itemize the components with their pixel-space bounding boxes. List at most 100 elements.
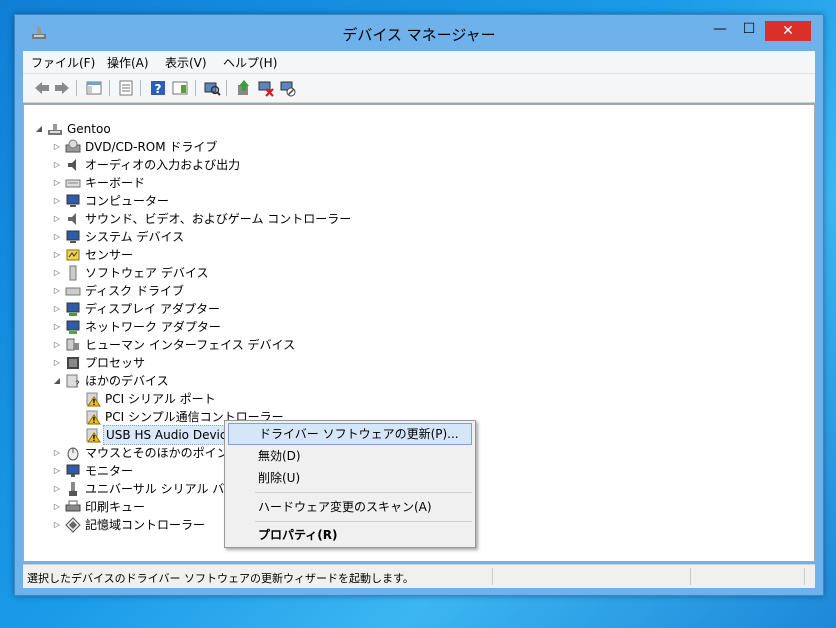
menu-help[interactable]: ヘルプ(H) [223,54,277,71]
sensor-icon [66,249,80,261]
menu-item-uninstall[interactable]: 削除(U) [228,467,472,489]
toolbar: ? [23,74,815,103]
category-label: ほかのデバイス [85,374,169,388]
window-title: デバイス マネージャー [342,26,496,44]
system-device-icon [66,230,80,243]
title-bar[interactable]: デバイス マネージャー — ☐ ✕ [15,15,823,51]
menu-item-scan-hardware[interactable]: ハードウェア変更のスキャン(A) [228,496,472,518]
unknown-device-icon: ? [66,374,80,389]
expand-triangle-icon[interactable]: ▷ [52,210,62,228]
toolbar-separator [109,80,110,96]
device-label: PCI シリアル ポート [105,392,216,406]
menu-separator [255,492,472,493]
expand-triangle-icon[interactable]: ▷ [52,228,62,246]
close-button[interactable]: ✕ [765,21,811,41]
expand-triangle-icon[interactable]: ▷ [52,462,62,480]
category-label: ディスク ドライブ [85,284,184,298]
category-label: プロセッサ [85,356,146,370]
computer-icon [66,194,80,207]
expand-triangle-icon[interactable]: ▷ [52,264,62,282]
expand-triangle-icon[interactable]: ▷ [52,480,62,498]
warning-device-icon: ! [86,410,101,425]
menu-item-update-driver[interactable]: ドライバー ソフトウェアの更新(P)... [228,423,472,445]
menu-file[interactable]: ファイル(F) [31,54,95,71]
expand-triangle-icon[interactable]: ▷ [52,336,62,354]
usb-icon [69,482,77,496]
menu-action[interactable]: 操作(A) [107,54,149,71]
menu-bar: ファイル(F) 操作(A) 表示(V) ヘルプ(H) [23,51,815,74]
expand-triangle-icon[interactable]: ▷ [52,138,62,156]
expand-triangle-icon[interactable]: ▷ [52,318,62,336]
category-label: 記憶域コントローラー [85,518,206,532]
printer-icon [65,500,81,512]
update-driver-icon[interactable] [235,79,253,97]
properties-icon[interactable] [117,79,135,97]
svg-text:!: ! [92,416,96,425]
expand-triangle-icon[interactable]: ▷ [52,516,62,534]
scan-hardware-icon[interactable] [203,79,221,97]
category-label: ディスプレイ アダプター [85,302,220,316]
expand-triangle-icon[interactable]: ▷ [52,444,62,462]
category-label: キーボード [85,176,146,190]
expand-triangle-icon[interactable]: ▷ [52,354,62,372]
collapse-triangle-icon[interactable]: ◢ [34,120,44,138]
toolbar-separator [195,80,196,96]
minimize-button[interactable]: — [706,17,734,41]
expand-triangle-icon[interactable]: ▷ [52,156,62,174]
display-adapter-icon [66,302,80,316]
sound-icon [68,213,76,225]
collapse-triangle-icon[interactable]: ◢ [52,372,62,390]
category-label: DVD/CD-ROM ドライブ [85,140,218,154]
status-cell [690,568,691,585]
expand-triangle-icon[interactable]: ▷ [52,246,62,264]
expand-triangle-icon[interactable]: ▷ [52,192,62,210]
speaker-icon [68,159,76,171]
status-text: 選択したデバイスのドライバー ソフトウェアの更新ウィザードを起動します。 [27,572,414,585]
category-label: 印刷キュー [85,500,146,514]
category-label: コンピューター [85,194,170,208]
hid-icon [66,338,79,351]
mouse-icon [67,447,79,461]
maximize-button[interactable]: ☐ [735,17,763,41]
disable-device-icon[interactable] [279,79,297,97]
disk-drive-icon [65,287,81,296]
computer-root-icon [48,124,62,135]
status-cell [492,568,493,585]
category-label: オーディオの入力および出力 [85,158,241,172]
expand-triangle-icon[interactable]: ▷ [52,498,62,516]
storage-controller-icon [65,517,81,533]
toolbar-separator [76,80,77,96]
category-label: センサー [85,248,134,262]
category-label: ネットワーク アダプター [85,320,221,334]
software-device-icon [69,265,77,281]
svg-text:!: ! [92,398,96,407]
monitor-icon [66,464,80,477]
menu-view[interactable]: 表示(V) [165,54,207,71]
svg-text:?: ? [155,82,162,96]
category-label: ソフトウェア デバイス [85,266,209,280]
warning-device-icon: ! [86,428,101,443]
expand-triangle-icon[interactable]: ▷ [52,282,62,300]
svg-text:?: ? [75,380,80,389]
action-pane-icon[interactable] [171,79,189,97]
expand-triangle-icon[interactable]: ▷ [52,300,62,318]
expand-triangle-icon[interactable]: ▷ [52,174,62,192]
menu-separator [255,521,472,522]
menu-item-properties[interactable]: プロパティ(R) [228,524,472,546]
back-arrow-icon[interactable] [33,79,51,97]
keyboard-icon [65,179,81,188]
network-adapter-icon [66,320,80,334]
dvd-drive-icon [65,139,81,153]
help-icon[interactable]: ? [149,79,167,97]
show-hide-console-tree-icon[interactable] [85,79,103,97]
svg-text:!: ! [92,434,96,443]
toolbar-separator [140,80,141,96]
toolbar-separator [226,80,227,96]
menu-item-disable[interactable]: 無効(D) [228,445,472,467]
processor-icon [67,357,79,369]
uninstall-device-icon[interactable] [257,79,275,97]
forward-arrow-icon[interactable] [53,79,71,97]
status-bar: 選択したデバイスのドライバー ソフトウェアの更新ウィザードを起動します。 [23,564,815,588]
status-cell [804,568,805,585]
device-label-selected: USB HS Audio Device [103,425,237,445]
